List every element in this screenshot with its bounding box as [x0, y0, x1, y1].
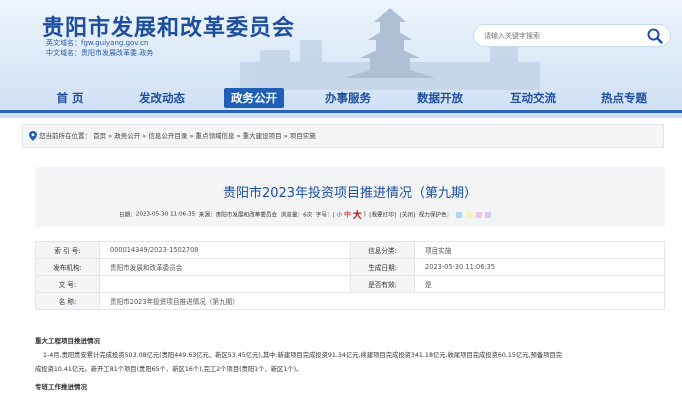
breadcrumb-major-projects[interactable]: 重大建设项目: [243, 132, 282, 140]
publisher-label: 发布机构:: [35, 258, 100, 276]
valid-label: 是否有效:: [350, 275, 415, 293]
site-header: 贵阳市发展和改革委员会 英文域名：fgw.guiyang.gov.cn 中文域名…: [0, 0, 682, 118]
print-button[interactable]: [我要打印]: [369, 213, 396, 219]
table-row: 文 号: 是否有效: 是: [35, 275, 665, 293]
index-value: 000014349/2023-1502708: [99, 241, 351, 259]
search-box: [474, 25, 670, 46]
font-small-button[interactable]: 小: [337, 213, 343, 219]
breadcrumb-project-implementation[interactable]: 项目实施: [290, 132, 316, 140]
gen-date-label: 生成日期:: [350, 258, 415, 276]
breadcrumb-public-affairs[interactable]: 政务公开: [114, 132, 140, 140]
valid-value: 是: [414, 275, 665, 293]
table-row: 发布机构: 贵阳市发展和改革委员会 生成日期: 2023-05-30 11:06…: [35, 258, 665, 276]
font-size-label: 字号：[: [315, 212, 335, 219]
font-mid-button[interactable]: 中: [344, 211, 351, 219]
date-label: 日期：: [119, 212, 136, 219]
font-big-button[interactable]: 大: [353, 211, 362, 221]
source-label: 来源：: [198, 212, 216, 219]
category-label: 信息分类:: [350, 241, 415, 259]
main-nav: 首 页 发改动态 政务公开 办事服务 数据开放 互动交流 热点专题: [0, 86, 682, 110]
nav-open-data[interactable]: 数据开放: [412, 88, 468, 108]
publisher-value: 贵阳市发展和改革委员会: [99, 258, 351, 276]
search-icon[interactable]: [646, 27, 664, 45]
chinese-domain: 中文域名：贵阳市发展改革委.政务: [46, 49, 154, 57]
breadcrumb: 您当前所在位置： 首页 » 政务公开 » 信息公开目录 » 重点领域信息 » 重…: [22, 124, 664, 148]
eye-color-white[interactable]: [495, 211, 502, 218]
eye-color-yellow[interactable]: [465, 211, 472, 218]
name-value: 贵阳市2023年投资项目推进情况（第九期）: [99, 292, 665, 310]
breadcrumb-prefix: 您当前所在位置：: [39, 132, 91, 140]
index-label: 索 引 号:: [35, 241, 100, 259]
nav-public-affairs[interactable]: 政务公开: [224, 88, 284, 108]
breadcrumb-home[interactable]: 首页: [93, 132, 106, 140]
eye-color-pink[interactable]: [475, 211, 482, 218]
name-label: 名 称:: [35, 292, 100, 310]
table-row: 名 称: 贵阳市2023年投资项目推进情况（第九期）: [35, 292, 665, 310]
article-header: 贵阳市2023年投资项目推进情况（第九期） 日期：2023-05-30 11:0…: [35, 167, 665, 227]
info-table: 索 引 号: 000014349/2023-1502708 信息分类: 项目实施…: [35, 241, 665, 310]
category-value: 项目实施: [414, 241, 665, 259]
breadcrumb-sep: »: [108, 132, 113, 140]
breadcrumb-key-areas[interactable]: 重点领域信息: [196, 132, 235, 140]
view-count: 6次: [303, 212, 313, 219]
nav-topics[interactable]: 热点专题: [596, 88, 652, 108]
breadcrumb-sep: »: [283, 132, 288, 140]
doc-no-value: [99, 275, 351, 293]
article-title: 贵阳市2023年投资项目推进情况（第九期）: [222, 186, 478, 201]
breadcrumb-sep: »: [236, 132, 241, 140]
views-label: 浏览量：: [280, 212, 304, 219]
breadcrumb-catalog[interactable]: 信息公开目录: [148, 132, 187, 140]
article-meta: 日期：2023-05-30 11:06:35 来源：贵阳市发展和改革委员会 浏览…: [119, 208, 502, 221]
section-heading-task-force: 专班工作推进情况: [35, 383, 87, 391]
breadcrumb-sep: »: [189, 132, 194, 140]
source: 贵阳市发展和改革委员会: [215, 212, 278, 219]
section-heading-major-projects: 重大工程项目推进情况: [35, 337, 100, 345]
font-size-end: ]: [363, 211, 366, 218]
doc-no-label: 文 号:: [35, 275, 100, 293]
publish-date: 2023-05-30 11:06:35: [135, 211, 196, 218]
table-row: 索 引 号: 000014349/2023-1502708 信息分类: 项目实施: [35, 241, 665, 259]
close-button[interactable]: [关闭]: [400, 213, 416, 219]
nav-divider: [0, 110, 682, 113]
nav-news[interactable]: 发改动态: [134, 88, 190, 108]
breadcrumb-sep: »: [142, 132, 147, 140]
eye-color-blue[interactable]: [456, 211, 463, 218]
search-input[interactable]: [484, 28, 634, 43]
nav-interaction[interactable]: 互动交流: [505, 88, 561, 108]
eye-color-label: 视力保护色：: [418, 212, 453, 219]
eye-color-purple[interactable]: [485, 211, 492, 218]
nav-home[interactable]: 首 页: [52, 88, 88, 108]
paragraph-line: 1-4月,贵阳贵安累计完成投资503.08亿元(贵阳449.63亿元、新区53.…: [43, 352, 563, 359]
location-pin-icon: [29, 131, 37, 141]
nav-services[interactable]: 办事服务: [320, 88, 376, 108]
english-domain: 英文域名：fgw.guiyang.gov.cn: [46, 39, 149, 47]
gen-date-value: 2023-05-30 11:06:35: [414, 258, 665, 276]
paragraph-line: 成投资10.41亿元。新开工81个项目(贵阳65个、新区16个),完工2个项目(…: [35, 366, 303, 373]
